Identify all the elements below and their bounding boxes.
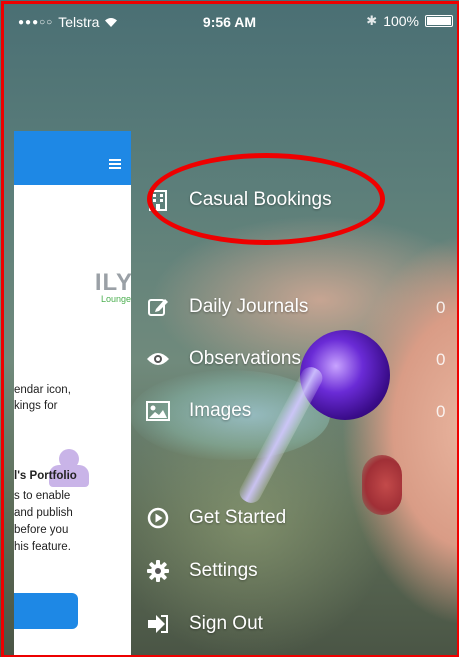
screen: ●●●○○ Telstra 9:56 AM ✱ 100% ILY Lounge … (0, 0, 459, 657)
play-circle-icon (146, 506, 170, 530)
menu-item-label: Images (189, 400, 252, 421)
observations-count: 0 (436, 350, 446, 369)
menu-item-label: Daily Journals (189, 296, 309, 317)
panel-text-line: before you (14, 524, 69, 536)
battery-icon (425, 15, 453, 27)
panel-action-button[interactable] (14, 593, 78, 629)
menu-item-label: Sign Out (189, 613, 263, 634)
eye-icon (146, 347, 170, 371)
menu-item-images[interactable]: Images (146, 399, 251, 423)
panel-logo-subtitle: Lounge (100, 294, 131, 304)
portfolio-title: l's Portfolio (14, 470, 77, 482)
menu-item-label: Settings (189, 560, 258, 581)
battery-percent: 100% (383, 13, 419, 29)
menu-item-daily-journals[interactable]: Daily Journals (146, 295, 308, 319)
edit-icon (146, 295, 170, 319)
building-icon (146, 188, 170, 212)
menu-item-casual-bookings[interactable]: Casual Bookings (146, 188, 332, 212)
panel-text-line: his feature. (14, 541, 71, 553)
menu-item-get-started[interactable]: Get Started (146, 506, 286, 530)
menu-item-observations[interactable]: Observations (146, 347, 301, 371)
menu-item-label: Casual Bookings (189, 189, 332, 210)
images-count: 0 (436, 402, 446, 421)
bluetooth-icon: ✱ (366, 13, 378, 28)
menu-item-settings[interactable]: Settings (146, 559, 258, 583)
panel-text-line: kings for (14, 400, 58, 412)
gear-icon (146, 559, 170, 583)
panel-logo-text: ILY (94, 269, 131, 296)
panel-header (14, 131, 131, 185)
app-content-panel[interactable]: ILY Lounge endar icon, kings for l's Por… (14, 131, 131, 657)
child-lips-image (362, 455, 402, 515)
battery-area: ✱ 100% (366, 13, 453, 29)
panel-text-line: s to enable (14, 490, 71, 502)
menu-item-sign-out[interactable]: Sign Out (146, 612, 263, 636)
panel-text-line: endar icon, (14, 384, 71, 396)
status-bar: ●●●○○ Telstra 9:56 AM ✱ 100% (0, 0, 459, 44)
daily-journals-count: 0 (436, 298, 446, 317)
menu-icon[interactable] (109, 159, 121, 169)
panel-text-line: and publish (14, 507, 73, 519)
image-icon (146, 399, 170, 423)
sign-out-icon (146, 612, 170, 636)
menu-item-label: Get Started (189, 507, 287, 528)
menu-item-label: Observations (189, 348, 301, 369)
